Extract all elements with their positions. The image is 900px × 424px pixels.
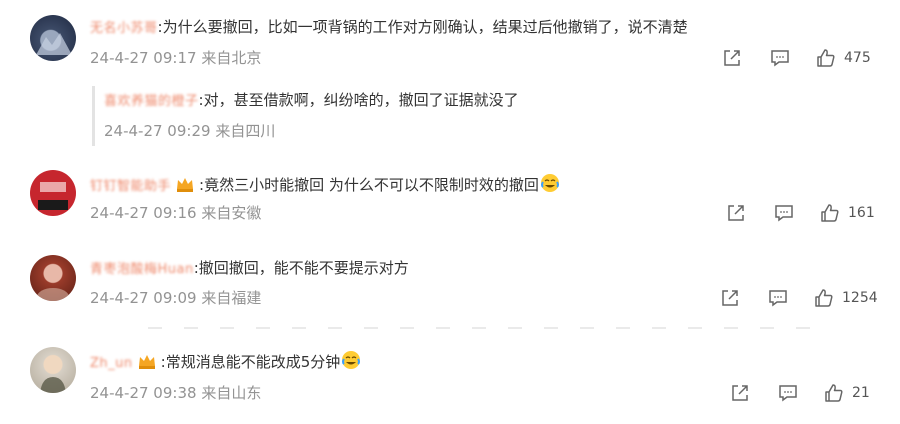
comment-text: 竟然三小时能撤回 为什么不可以不限制时效的撤回	[204, 176, 539, 194]
like-icon	[821, 204, 839, 222]
comment-line: Zh_un:常规消息能不能改成5分钟	[90, 350, 361, 375]
comment-button[interactable]	[756, 47, 804, 69]
comment-meta: 24-4-27 09:38 来自山东	[90, 383, 261, 403]
username[interactable]: 钉钉智能助手	[90, 179, 171, 194]
share-button[interactable]	[712, 202, 760, 224]
comment-text: 撤回撤回，能不能不要提示对方	[198, 259, 409, 277]
comment-actions: 475	[708, 47, 871, 69]
comment-button[interactable]	[760, 202, 808, 224]
comment-icon	[775, 205, 793, 222]
share-icon	[728, 205, 744, 221]
comment-actions: 161	[712, 202, 875, 224]
reply-timestamp: 24-4-27 09:29	[104, 122, 211, 140]
comment-button[interactable]	[754, 287, 802, 309]
comment-icon	[779, 385, 797, 402]
avatar[interactable]	[30, 170, 76, 216]
avatar[interactable]	[30, 255, 76, 301]
like-icon	[825, 384, 843, 402]
like-count: 1254	[842, 290, 878, 306]
share-button[interactable]	[708, 47, 756, 69]
comment-line: 无名小苏哥:为什么要撤回，比如一项背锅的工作对方刚确认，结果过后他撤销了，说不清…	[90, 17, 688, 39]
comment-meta: 24-4-27 09:09 来自福建	[90, 288, 261, 308]
reply-line: 喜欢养猫的橙子:对，甚至借款啊，纠纷啥的，撤回了证据就没了	[104, 90, 519, 112]
comment-meta: 24-4-27 09:17 来自北京	[90, 48, 261, 68]
avatar-image-icon	[38, 182, 68, 210]
location: 来自山东	[201, 384, 262, 402]
reply-text: 对，甚至借款啊，纠纷啥的，撤回了证据就没了	[203, 91, 519, 109]
share-icon	[732, 385, 748, 401]
like-count: 161	[848, 205, 875, 221]
like-button[interactable]: 475	[816, 48, 871, 68]
crying-laughing-emoji	[540, 173, 560, 198]
comment-actions: 1254	[706, 287, 878, 309]
comment-line: 青枣泡酸梅Huan:撤回撤回，能不能不要提示对方	[90, 258, 409, 280]
partial-hidden-row	[148, 327, 828, 329]
comment-icon	[769, 290, 787, 307]
comment-button[interactable]	[764, 382, 812, 404]
vip-crown-icon	[175, 175, 195, 198]
avatar-image-icon	[36, 33, 72, 55]
like-icon	[817, 49, 835, 67]
comment-line: 钉钉智能助手:竟然三小时能撤回 为什么不可以不限制时效的撤回	[90, 173, 560, 198]
like-icon	[815, 289, 833, 307]
timestamp: 24-4-27 09:09	[90, 289, 197, 307]
share-button[interactable]	[706, 287, 754, 309]
like-count: 21	[852, 385, 870, 401]
like-button[interactable]: 1254	[814, 288, 878, 308]
share-icon	[724, 50, 740, 66]
username[interactable]: 无名小苏哥	[90, 21, 158, 36]
username[interactable]: 青枣泡酸梅Huan	[90, 262, 194, 277]
timestamp: 24-4-27 09:17	[90, 49, 197, 67]
reply-location: 来自四川	[215, 122, 276, 140]
vip-crown-icon	[137, 352, 157, 375]
comment-actions: 21	[716, 382, 870, 404]
comment-meta: 24-4-27 09:16 来自安徽	[90, 203, 261, 223]
location: 来自北京	[201, 49, 262, 67]
comment-icon	[771, 50, 789, 67]
like-button[interactable]: 21	[824, 383, 870, 403]
avatar-image-icon	[40, 377, 66, 393]
comment-text: 常规消息能不能改成5分钟	[165, 353, 341, 371]
location: 来自福建	[201, 289, 262, 307]
share-icon	[722, 290, 738, 306]
timestamp: 24-4-27 09:16	[90, 204, 197, 222]
reply-username[interactable]: 喜欢养猫的橙子	[104, 94, 199, 109]
avatar-image-icon	[37, 288, 69, 301]
like-button[interactable]: 161	[820, 203, 875, 223]
comment-text: 为什么要撤回，比如一项背锅的工作对方刚确认，结果过后他撤销了，说不清楚	[162, 18, 688, 36]
username[interactable]: Zh_un	[90, 356, 133, 371]
avatar[interactable]	[30, 347, 76, 393]
timestamp: 24-4-27 09:38	[90, 384, 197, 402]
like-count: 475	[844, 50, 871, 66]
crying-laughing-emoji	[341, 350, 361, 375]
share-button[interactable]	[716, 382, 764, 404]
location: 来自安徽	[201, 204, 262, 222]
reply-divider	[92, 86, 95, 146]
avatar[interactable]	[30, 15, 76, 61]
reply-meta: 24-4-27 09:29 来自四川	[104, 121, 275, 141]
